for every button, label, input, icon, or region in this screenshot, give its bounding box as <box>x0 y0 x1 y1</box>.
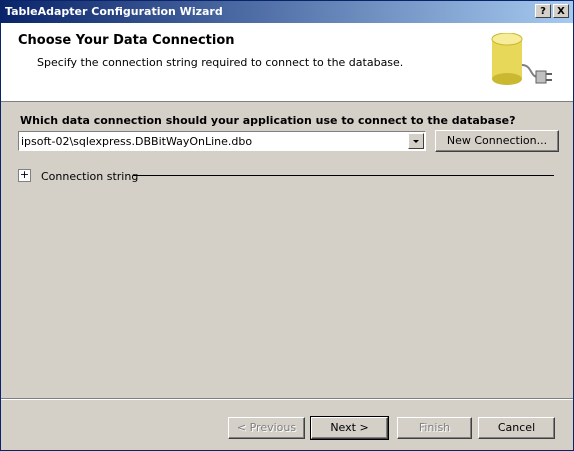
finish-button[interactable]: Finish <box>397 417 472 439</box>
connection-question: Which data connection should your applic… <box>20 114 516 127</box>
wizard-window: TableAdapter Configuration Wizard ? X Ch… <box>0 0 574 451</box>
previous-button[interactable]: < Previous <box>228 417 305 439</box>
close-button[interactable]: X <box>553 4 569 18</box>
wizard-header: Choose Your Data Connection Specify the … <box>1 23 573 102</box>
cancel-button[interactable]: Cancel <box>478 417 555 439</box>
help-button[interactable]: ? <box>535 4 551 18</box>
window-title: TableAdapter Configuration Wizard <box>5 5 223 18</box>
connection-string-label[interactable]: Connection string <box>41 170 138 183</box>
connection-select-value: ipsoft-02\sqlexpress.DBBitWayOnLine.dbo <box>21 135 253 148</box>
chevron-down-icon[interactable] <box>408 133 424 149</box>
new-connection-button[interactable]: New Connection... <box>435 130 559 152</box>
expand-icon[interactable]: + <box>18 169 31 182</box>
database-plug-icon <box>491 33 552 85</box>
connection-string-divider <box>133 175 554 176</box>
title-bar[interactable]: TableAdapter Configuration Wizard ? X <box>1 1 573 23</box>
footer-divider <box>1 398 573 400</box>
next-button[interactable]: Next > <box>310 416 389 440</box>
connection-select[interactable]: ipsoft-02\sqlexpress.DBBitWayOnLine.dbo <box>18 131 426 151</box>
page-subtitle: Specify the connection string required t… <box>37 56 404 69</box>
page-title: Choose Your Data Connection <box>18 33 235 48</box>
